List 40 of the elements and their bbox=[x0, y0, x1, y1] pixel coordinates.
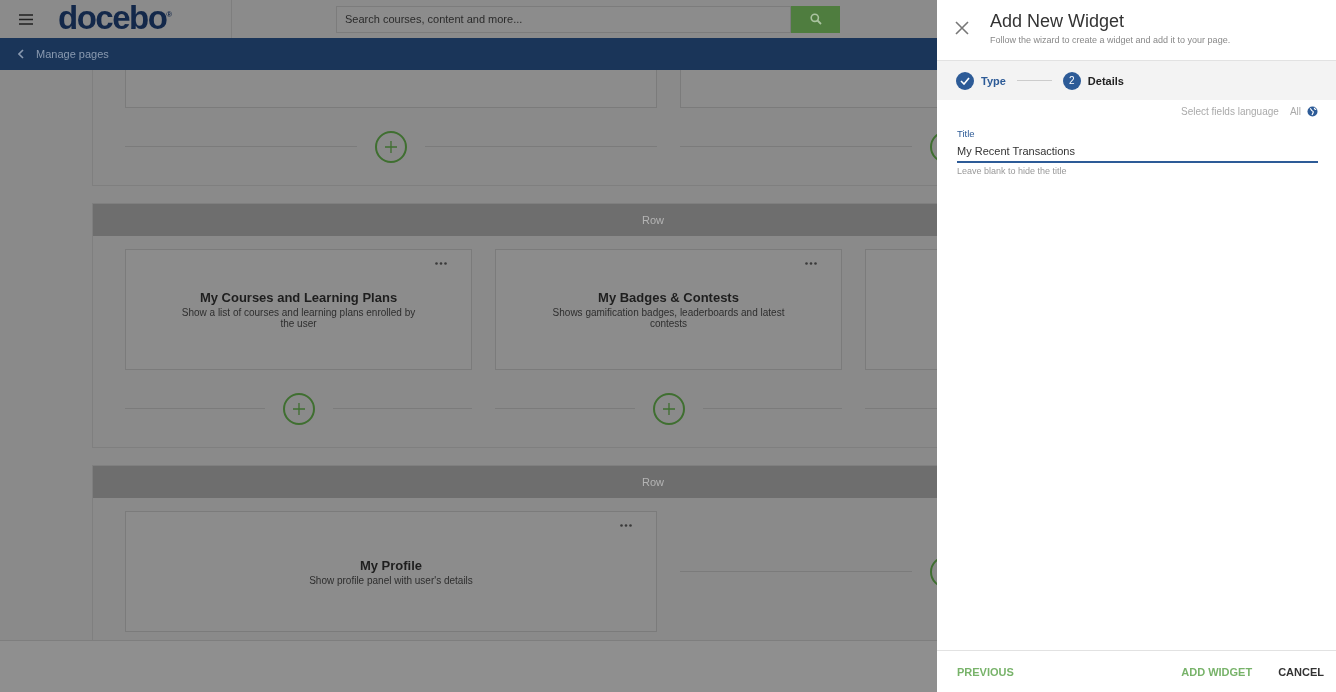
logo: docebo$^{®}$ bbox=[58, 0, 173, 34]
globe-icon[interactable] bbox=[1307, 106, 1318, 117]
search-button[interactable] bbox=[791, 5, 840, 33]
more-options-button[interactable] bbox=[435, 262, 447, 265]
widget-title: My Profile bbox=[359, 557, 423, 573]
more-options-button[interactable] bbox=[620, 524, 632, 527]
wizard-step[interactable]: 2 Details bbox=[1062, 71, 1124, 90]
add-widget-button[interactable] bbox=[652, 392, 685, 425]
widget-description: Show a list of courses and learning plans enrolled by the user bbox=[180, 307, 417, 329]
close-icon bbox=[955, 21, 969, 35]
cancel-button[interactable]: CANCEL bbox=[1278, 661, 1324, 682]
language-label: Select fields language bbox=[1181, 106, 1279, 117]
back-link[interactable]: Manage pages bbox=[18, 48, 109, 60]
step-number: 2 bbox=[1062, 71, 1081, 90]
close-button[interactable] bbox=[955, 21, 969, 35]
field-label: Title bbox=[957, 128, 976, 139]
add-widget-button[interactable] bbox=[375, 130, 407, 163]
plus-icon bbox=[661, 401, 676, 416]
dots-icon bbox=[435, 262, 447, 265]
plus-icon bbox=[291, 401, 306, 416]
dots-icon bbox=[805, 262, 817, 265]
widget-title: My Badges & Contests bbox=[598, 290, 739, 305]
menu-icon bbox=[19, 13, 33, 25]
widget-description: Show profile panel with user's details bbox=[309, 574, 473, 586]
dots-icon bbox=[620, 524, 632, 527]
more-options-button[interactable] bbox=[805, 262, 817, 265]
widget-description: Shows gamification badges, leaderboards and latest contests bbox=[551, 307, 786, 329]
row-label: Row bbox=[642, 476, 664, 488]
title-input[interactable]: My Recent Transactions bbox=[957, 139, 1318, 163]
search-field[interactable]: Search courses, content and more... bbox=[336, 5, 791, 33]
panel-title: Add New Widget bbox=[990, 11, 1126, 32]
chevron-left-icon bbox=[18, 49, 24, 59]
panel-subtitle: Follow the wizard to create a widget and add it to your page. bbox=[990, 35, 1231, 45]
add-widget-button[interactable] bbox=[282, 392, 315, 425]
wizard-step[interactable]: Type bbox=[956, 71, 1006, 90]
row-label: Row bbox=[642, 214, 664, 226]
widget-title: My Courses and Learning Plans bbox=[199, 290, 398, 305]
search-icon bbox=[809, 13, 822, 25]
plus-icon bbox=[384, 139, 398, 154]
field-hint: Leave blank to hide the title bbox=[957, 166, 1068, 176]
